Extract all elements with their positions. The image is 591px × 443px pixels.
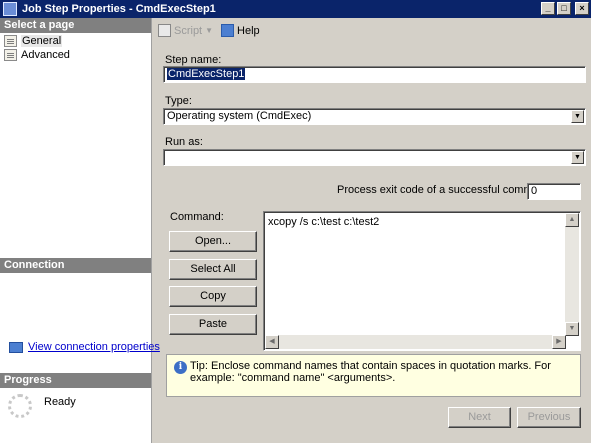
paste-button[interactable]: Paste: [169, 314, 257, 335]
connection-link-label[interactable]: View connection properties: [28, 341, 160, 353]
type-select[interactable]: Operating system (CmdExec) ▼: [163, 108, 586, 125]
help-label: Help: [237, 24, 260, 37]
chevron-down-icon[interactable]: ▼: [571, 151, 584, 164]
tip-text: Tip: Enclose command names that contain …: [190, 360, 551, 384]
open-button[interactable]: Open...: [169, 231, 257, 252]
scroll-right-icon[interactable]: ▶: [552, 335, 566, 349]
view-connection-properties-link[interactable]: View connection properties: [9, 341, 160, 353]
minimize-button[interactable]: _: [541, 2, 555, 15]
page-item-label: Advanced: [21, 49, 70, 61]
toolbar: Script ▼ Help: [152, 18, 591, 43]
connection-icon: [9, 341, 23, 353]
scroll-down-icon[interactable]: ▼: [565, 322, 579, 336]
script-button[interactable]: Script ▼: [156, 22, 215, 40]
window-title: Job Step Properties - CmdExecStep1: [22, 3, 216, 15]
info-icon: i: [174, 361, 187, 374]
step-name-input[interactable]: CmdExecStep1: [163, 66, 586, 83]
page-icon: [4, 35, 17, 47]
tip-box: i Tip: Enclose command names that contai…: [166, 354, 581, 397]
exit-code-input[interactable]: 0: [527, 183, 581, 200]
progress-header: Progress: [0, 373, 151, 388]
run-as-select[interactable]: ▼: [163, 149, 586, 166]
page-item-general[interactable]: General: [4, 34, 63, 48]
select-page-header: Select a page: [0, 18, 151, 33]
type-label: Type:: [165, 95, 192, 107]
window-controls: _ □ ×: [541, 2, 589, 15]
left-pane: Select a page General Advanced Connectio…: [0, 18, 160, 443]
next-button[interactable]: Next: [448, 407, 511, 428]
page-item-label: General: [21, 35, 63, 47]
exit-code-label: Process exit code of a successful comman…: [337, 184, 555, 196]
page-item-advanced[interactable]: Advanced: [4, 48, 70, 62]
step-name-value: CmdExecStep1: [167, 68, 246, 80]
script-label: Script: [174, 24, 203, 37]
help-icon: [221, 24, 235, 37]
vertical-scrollbar[interactable]: ▲ ▼: [565, 213, 579, 336]
horizontal-scrollbar[interactable]: ◀ ▶: [265, 335, 566, 349]
command-text: xcopy /s c:\test c:\test2: [268, 216, 380, 228]
command-textarea[interactable]: xcopy /s c:\test c:\test2 ▲ ▼ ◀ ▶: [263, 211, 581, 351]
help-button[interactable]: Help: [219, 22, 262, 40]
chevron-down-icon[interactable]: ▼: [205, 26, 213, 35]
previous-button[interactable]: Previous: [517, 407, 581, 428]
progress-status: Ready: [44, 396, 76, 408]
copy-button[interactable]: Copy: [169, 286, 257, 307]
scroll-up-icon[interactable]: ▲: [565, 213, 579, 227]
exit-code-value: 0: [531, 185, 538, 197]
command-label: Command:: [170, 211, 224, 223]
progress-spinner-icon: [8, 394, 32, 418]
select-all-button[interactable]: Select All: [169, 259, 257, 280]
close-button[interactable]: ×: [575, 2, 589, 15]
title-bar: Job Step Properties - CmdExecStep1 _ □ ×: [0, 0, 591, 18]
connection-header: Connection: [0, 258, 151, 273]
script-icon: [158, 24, 171, 37]
step-name-label: Step name:: [165, 54, 222, 66]
run-as-label: Run as:: [165, 136, 203, 148]
general-page: Step name: CmdExecStep1 Type: Operating …: [152, 43, 591, 443]
progress-area: Ready: [8, 394, 76, 418]
page-icon: [4, 49, 17, 61]
scroll-left-icon[interactable]: ◀: [265, 335, 279, 349]
maximize-button[interactable]: □: [557, 2, 571, 15]
chevron-down-icon[interactable]: ▼: [571, 110, 584, 123]
window-icon: [3, 2, 17, 16]
type-value: Operating system (CmdExec): [167, 110, 312, 122]
